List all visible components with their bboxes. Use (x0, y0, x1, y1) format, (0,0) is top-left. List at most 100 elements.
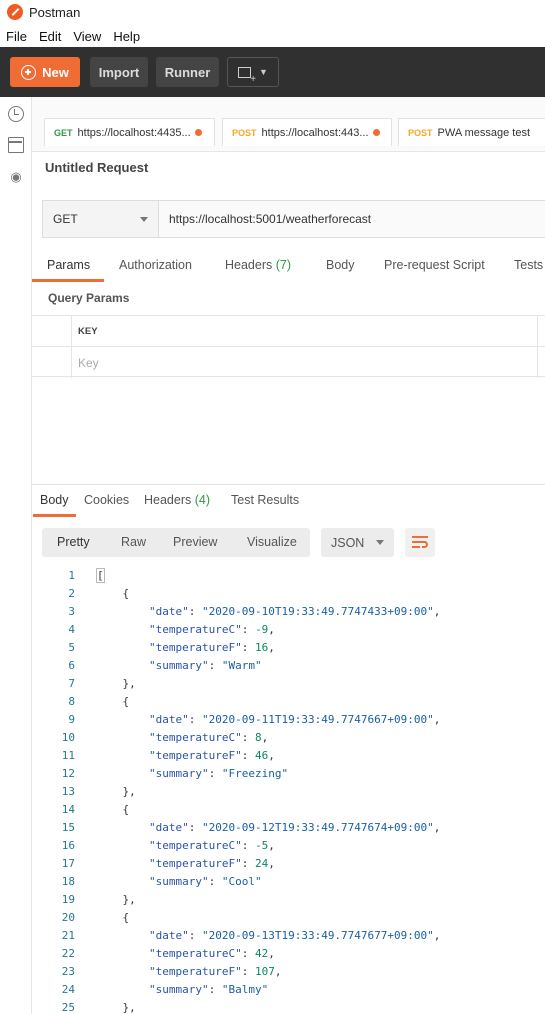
menu-file[interactable]: File (6, 29, 27, 44)
json-key: "temperatureF" (148, 965, 242, 978)
method-select[interactable]: GET (43, 201, 159, 237)
json-comma: , (433, 605, 441, 618)
code-line: 24 "summary": "Balmy" (32, 983, 545, 1001)
code-line: 13 }, (32, 785, 545, 803)
wrap-lines-button[interactable] (405, 528, 435, 557)
view-visualize[interactable]: Visualize (247, 535, 297, 549)
menu-view[interactable]: View (73, 29, 101, 44)
table-row (32, 347, 545, 378)
new-button[interactable]: New (10, 57, 80, 87)
request-name[interactable]: Untitled Request (45, 160, 148, 175)
menu-help[interactable]: Help (113, 29, 140, 44)
code-text: "temperatureF": 16, (148, 641, 275, 654)
request-tab-pwa[interactable]: POST PWA message test (398, 118, 545, 146)
json-key: "summary" (148, 767, 209, 780)
postman-logo-icon (7, 4, 23, 20)
code-line: 11 "temperatureF": 46, (32, 749, 545, 767)
runner-button[interactable]: Runner (156, 57, 219, 87)
response-body-code[interactable]: 1[2 {3 "date": "2020-09-10T19:33:49.7747… (32, 566, 545, 1014)
json-value: "Warm" (221, 659, 262, 672)
new-window-button[interactable]: ▼ (227, 57, 279, 87)
json-value: 42 (254, 947, 269, 960)
request-options-tabs: Params Authorization Headers (7) Body Pr… (32, 250, 545, 282)
json-key: "temperatureF" (148, 641, 242, 654)
import-button[interactable]: Import (90, 57, 148, 87)
json-value: "2020-09-12T19:33:49.7747674+09:00" (201, 821, 434, 834)
code-text: { (96, 803, 129, 816)
view-pretty[interactable]: Pretty (57, 535, 90, 549)
format-select[interactable]: JSON (321, 528, 394, 557)
request-tab-post[interactable]: POST https://localhost:443... (222, 118, 392, 146)
tab-params[interactable]: Params (47, 258, 90, 272)
method-value: GET (53, 212, 78, 226)
code-line: 8 { (32, 695, 545, 713)
line-number: 20 (61, 911, 75, 924)
json-key: "date" (148, 605, 189, 618)
line-number: 25 (61, 1001, 75, 1014)
json-comma: , (268, 623, 275, 636)
runner-button-label: Runner (164, 64, 211, 80)
format-value: JSON (331, 535, 365, 550)
line-number: 16 (61, 839, 75, 852)
response-tab-headers[interactable]: Headers (4) (144, 493, 210, 507)
query-params-title: Query Params (48, 291, 130, 305)
json-value: "Freezing" (221, 767, 289, 780)
url-input[interactable] (159, 201, 545, 237)
json-key: "date" (148, 929, 189, 942)
menu-edit[interactable]: Edit (39, 29, 61, 44)
view-preview[interactable]: Preview (173, 535, 217, 549)
caret-down-icon (140, 217, 148, 222)
tab-headers[interactable]: Headers (7) (225, 258, 291, 272)
code-line: 1[ (32, 568, 545, 587)
line-number: 10 (61, 731, 75, 744)
json-key: "summary" (148, 983, 209, 996)
json-comma: , (268, 839, 275, 852)
collections-icon[interactable] (8, 137, 24, 153)
column-divider[interactable] (537, 316, 538, 346)
tab-tests[interactable]: Tests (514, 258, 543, 272)
chevron-down-icon: ▼ (259, 67, 268, 77)
history-icon[interactable] (8, 106, 24, 122)
code-line: 3 "date": "2020-09-10T19:33:49.7747433+0… (32, 605, 545, 623)
line-number: 6 (68, 659, 75, 672)
window-title: Postman (29, 4, 81, 20)
code-text: "temperatureC": -5, (148, 839, 275, 852)
json-comma: , (268, 857, 275, 870)
pane-splitter[interactable] (32, 484, 545, 485)
line-number: 3 (68, 605, 75, 618)
response-tab-body[interactable]: Body (40, 493, 69, 507)
request-tab-get[interactable]: GET https://localhost:4435... (44, 118, 215, 146)
line-number: 8 (68, 695, 75, 708)
tab-pre-request-script[interactable]: Pre-request Script (384, 258, 485, 272)
code-line: 7 }, (32, 677, 545, 695)
code-text: "summary": "Freezing" (148, 767, 289, 780)
response-tab-test-results[interactable]: Test Results (231, 493, 299, 507)
line-number: 7 (68, 677, 75, 690)
code-text: "date": "2020-09-11T19:33:49.7747667+09:… (148, 713, 441, 726)
tab-authorization[interactable]: Authorization (119, 258, 192, 272)
tab-body[interactable]: Body (326, 258, 355, 272)
view-raw[interactable]: Raw (121, 535, 146, 549)
checkbox-column (32, 347, 72, 378)
table-header-row: KEY (32, 316, 545, 347)
line-number: 21 (61, 929, 75, 942)
code-text: }, (96, 893, 136, 906)
json-key: "date" (148, 821, 189, 834)
tab-label: https://localhost:4435... (77, 126, 191, 139)
code-text: }, (96, 1001, 135, 1014)
code-line: 19 }, (32, 893, 545, 911)
json-value: 107 (254, 965, 275, 978)
code-punct: }, (96, 893, 136, 906)
apis-icon[interactable]: ◉ (8, 169, 24, 185)
code-line: 16 "temperatureC": -5, (32, 839, 545, 857)
left-sidebar: ◉ (0, 97, 32, 1014)
code-text: "temperatureF": 46, (148, 749, 275, 762)
json-value: 46 (254, 749, 269, 762)
code-text: { (96, 911, 129, 924)
json-value: "2020-09-11T19:33:49.7747667+09:00" (201, 713, 434, 726)
code-line: 22 "temperatureC": 42, (32, 947, 545, 965)
key-input[interactable] (78, 354, 478, 372)
response-tab-cookies[interactable]: Cookies (84, 493, 129, 507)
code-text: }, (96, 677, 135, 690)
line-number: 4 (68, 623, 75, 636)
